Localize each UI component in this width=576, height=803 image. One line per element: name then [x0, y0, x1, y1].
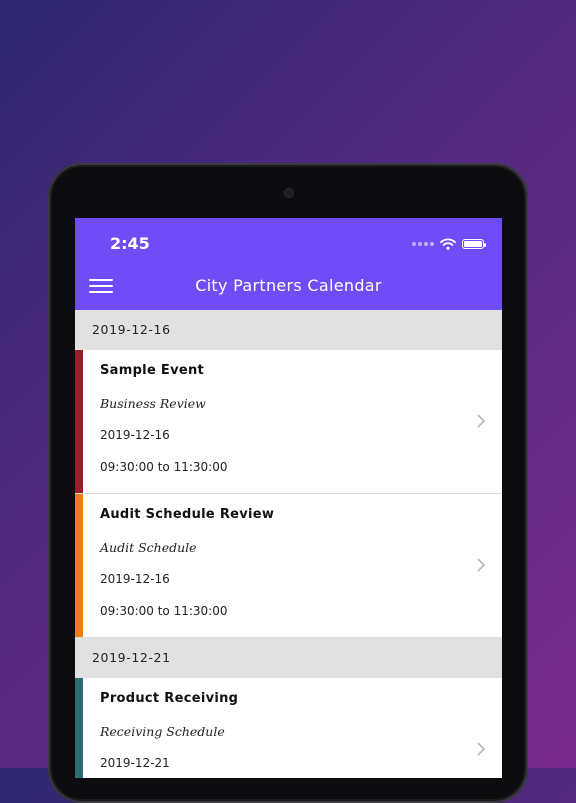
date-section-header: 2019-12-21: [75, 638, 502, 678]
chevron-right-icon: [477, 558, 486, 572]
event-color-bar: [75, 494, 83, 637]
signal-dots-icon: [412, 242, 434, 246]
chevron-right-icon: [477, 742, 486, 756]
app-header: 2:45 City Partners Calendar: [75, 218, 502, 310]
wifi-icon: [440, 238, 456, 250]
event-time: 09:30:00 to 11:30:00: [100, 460, 228, 474]
event-category: Receiving Schedule: [100, 724, 225, 739]
battery-icon: [462, 239, 486, 249]
camera-icon: [285, 189, 293, 197]
event-color-bar: [75, 350, 83, 493]
event-row[interactable]: Sample Event Business Review 2019-12-16 …: [75, 350, 502, 494]
status-icons: [412, 238, 486, 250]
date-section-header: 2019-12-16: [75, 310, 502, 350]
event-title: Sample Event: [100, 363, 205, 378]
event-row[interactable]: Audit Schedule Review Audit Schedule 201…: [75, 494, 502, 638]
event-list: 2019-12-16 Sample Event Business Review …: [75, 310, 502, 778]
event-color-bar: [75, 678, 83, 778]
event-date: 2019-12-16: [100, 572, 170, 586]
status-time: 2:45: [110, 234, 150, 253]
event-time: 09:30:00 to 11:30:00: [100, 604, 228, 618]
event-row[interactable]: Product Receiving Receiving Schedule 201…: [75, 678, 502, 778]
page-title: City Partners Calendar: [195, 276, 382, 295]
event-category: Business Review: [100, 396, 206, 411]
chevron-right-icon: [477, 414, 486, 428]
event-title: Product Receiving: [100, 691, 239, 706]
app-screen: 2:45 City Partners Calendar 2019-12-16 S…: [75, 218, 502, 778]
event-date: 2019-12-16: [100, 428, 170, 442]
event-title: Audit Schedule Review: [100, 507, 275, 522]
event-category: Audit Schedule: [100, 540, 197, 555]
